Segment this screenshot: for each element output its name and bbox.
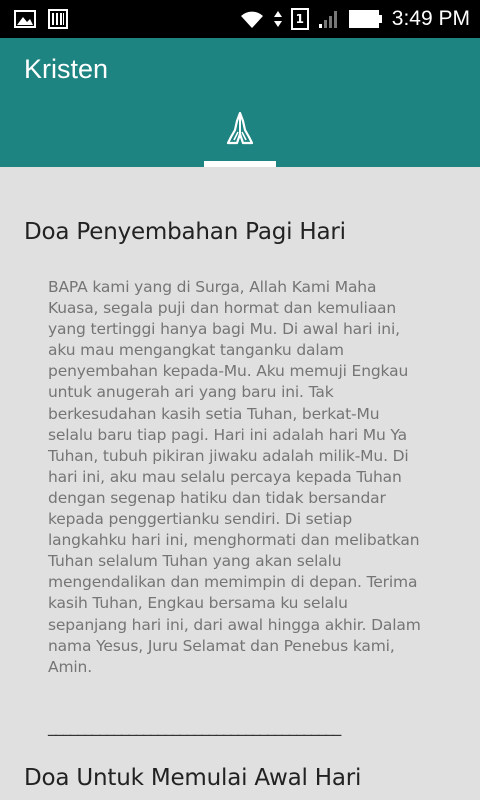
app-title: Kristen bbox=[24, 54, 109, 84]
image-icon bbox=[14, 10, 36, 28]
prayer-separator: ________________________________________ bbox=[48, 717, 341, 737]
status-time: 3:49 PM bbox=[391, 7, 470, 30]
sim-1-icon: 1 bbox=[290, 8, 309, 30]
prayer-body: BAPA kami yang di Surga, Allah Kami Maha… bbox=[48, 278, 421, 676]
praying-hands-icon bbox=[226, 111, 254, 145]
battery-icon bbox=[348, 10, 382, 28]
barcode-icon bbox=[48, 9, 68, 29]
prayer-list[interactable]: Doa Penyembahan Pagi Hari BAPA kami yang… bbox=[0, 167, 480, 800]
status-bar: 1 3:49 PM bbox=[0, 0, 480, 38]
app-bar: Kristen bbox=[0, 38, 480, 167]
prayer-title: Doa Untuk Memulai Awal Hari bbox=[24, 765, 362, 791]
data-arrows-icon bbox=[273, 11, 282, 27]
signal-icon bbox=[318, 11, 337, 28]
tab-prayers[interactable] bbox=[204, 102, 276, 167]
prayer-title: Doa Penyembahan Pagi Hari bbox=[24, 219, 346, 245]
wifi-icon bbox=[240, 11, 263, 28]
